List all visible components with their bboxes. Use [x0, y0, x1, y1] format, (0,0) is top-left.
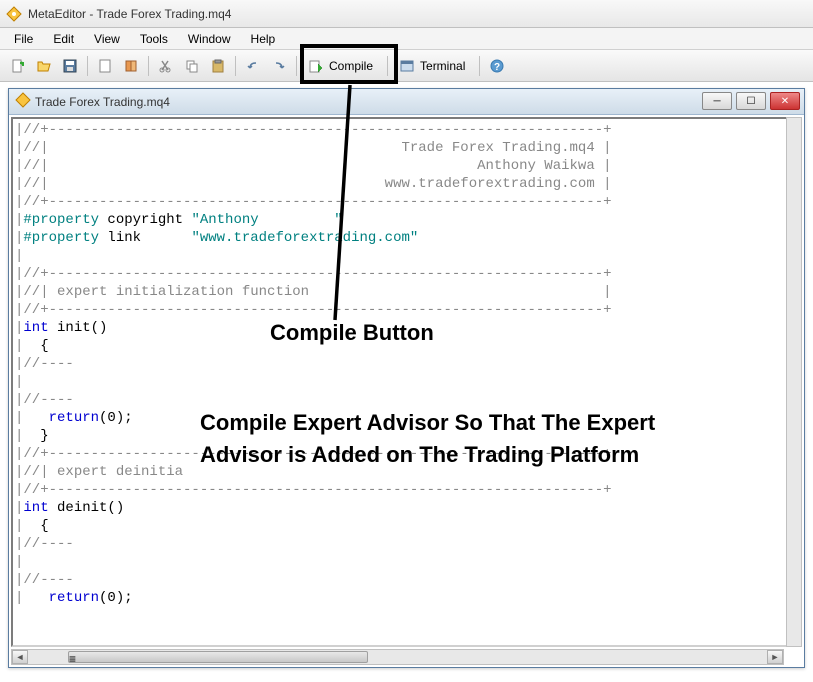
toolbar-separator — [148, 56, 149, 76]
maximize-button[interactable]: ☐ — [736, 92, 766, 110]
vertical-scrollbar[interactable] — [786, 117, 802, 647]
menu-window[interactable]: Window — [178, 30, 241, 48]
toolbar-separator — [479, 56, 480, 76]
code-editor[interactable]: |//+------------------------------------… — [11, 117, 802, 647]
app-titlebar: MetaEditor - Trade Forex Trading.mq4 — [0, 0, 813, 28]
menu-edit[interactable]: Edit — [43, 30, 84, 48]
close-button[interactable]: ✕ — [770, 92, 800, 110]
terminal-label: Terminal — [420, 59, 465, 73]
app-title: MetaEditor - Trade Forex Trading.mq4 — [28, 7, 231, 21]
compile-button[interactable]: Compile — [302, 54, 382, 78]
menu-help[interactable]: Help — [241, 30, 286, 48]
annotation-label-compile: Compile Button — [270, 320, 434, 346]
toolbar-separator — [235, 56, 236, 76]
document-icon — [15, 92, 31, 111]
help-button[interactable]: ? — [485, 54, 509, 78]
book-button[interactable] — [119, 54, 143, 78]
terminal-button[interactable]: Terminal — [393, 54, 474, 78]
toolbar-separator — [296, 56, 297, 76]
copy-button[interactable] — [180, 54, 204, 78]
new-file-button[interactable] — [6, 54, 30, 78]
scroll-left-button[interactable]: ◄ — [12, 650, 28, 664]
document-window: Trade Forex Trading.mq4 ─ ☐ ✕ |//+------… — [8, 88, 805, 668]
scroll-thumb[interactable]: ≡ — [68, 651, 368, 663]
horizontal-scrollbar[interactable]: ◄ ≡ ► — [11, 649, 784, 665]
window-controls: ─ ☐ ✕ — [702, 92, 800, 110]
cut-button[interactable] — [154, 54, 178, 78]
menu-view[interactable]: View — [84, 30, 130, 48]
toolbar-separator — [87, 56, 88, 76]
minimize-button[interactable]: ─ — [702, 92, 732, 110]
document-title: Trade Forex Trading.mq4 — [35, 95, 170, 109]
redo-button[interactable] — [267, 54, 291, 78]
toolbar: Compile Terminal ? — [0, 50, 813, 82]
save-button[interactable] — [58, 54, 82, 78]
open-file-button[interactable] — [32, 54, 56, 78]
toolbar-separator — [387, 56, 388, 76]
menubar: File Edit View Tools Window Help — [0, 28, 813, 50]
menu-file[interactable]: File — [4, 30, 43, 48]
menu-tools[interactable]: Tools — [130, 30, 178, 48]
paste-button[interactable] — [206, 54, 230, 78]
annotation-label-description: Compile Expert Advisor So That The Exper… — [200, 407, 720, 471]
document-titlebar: Trade Forex Trading.mq4 ─ ☐ ✕ — [9, 89, 804, 115]
compile-label: Compile — [329, 59, 373, 73]
undo-button[interactable] — [241, 54, 265, 78]
code-content: |//+------------------------------------… — [13, 119, 800, 609]
doc-button[interactable] — [93, 54, 117, 78]
svg-text:?: ? — [494, 62, 500, 73]
scroll-right-button[interactable]: ► — [767, 650, 783, 664]
app-icon — [6, 6, 22, 22]
